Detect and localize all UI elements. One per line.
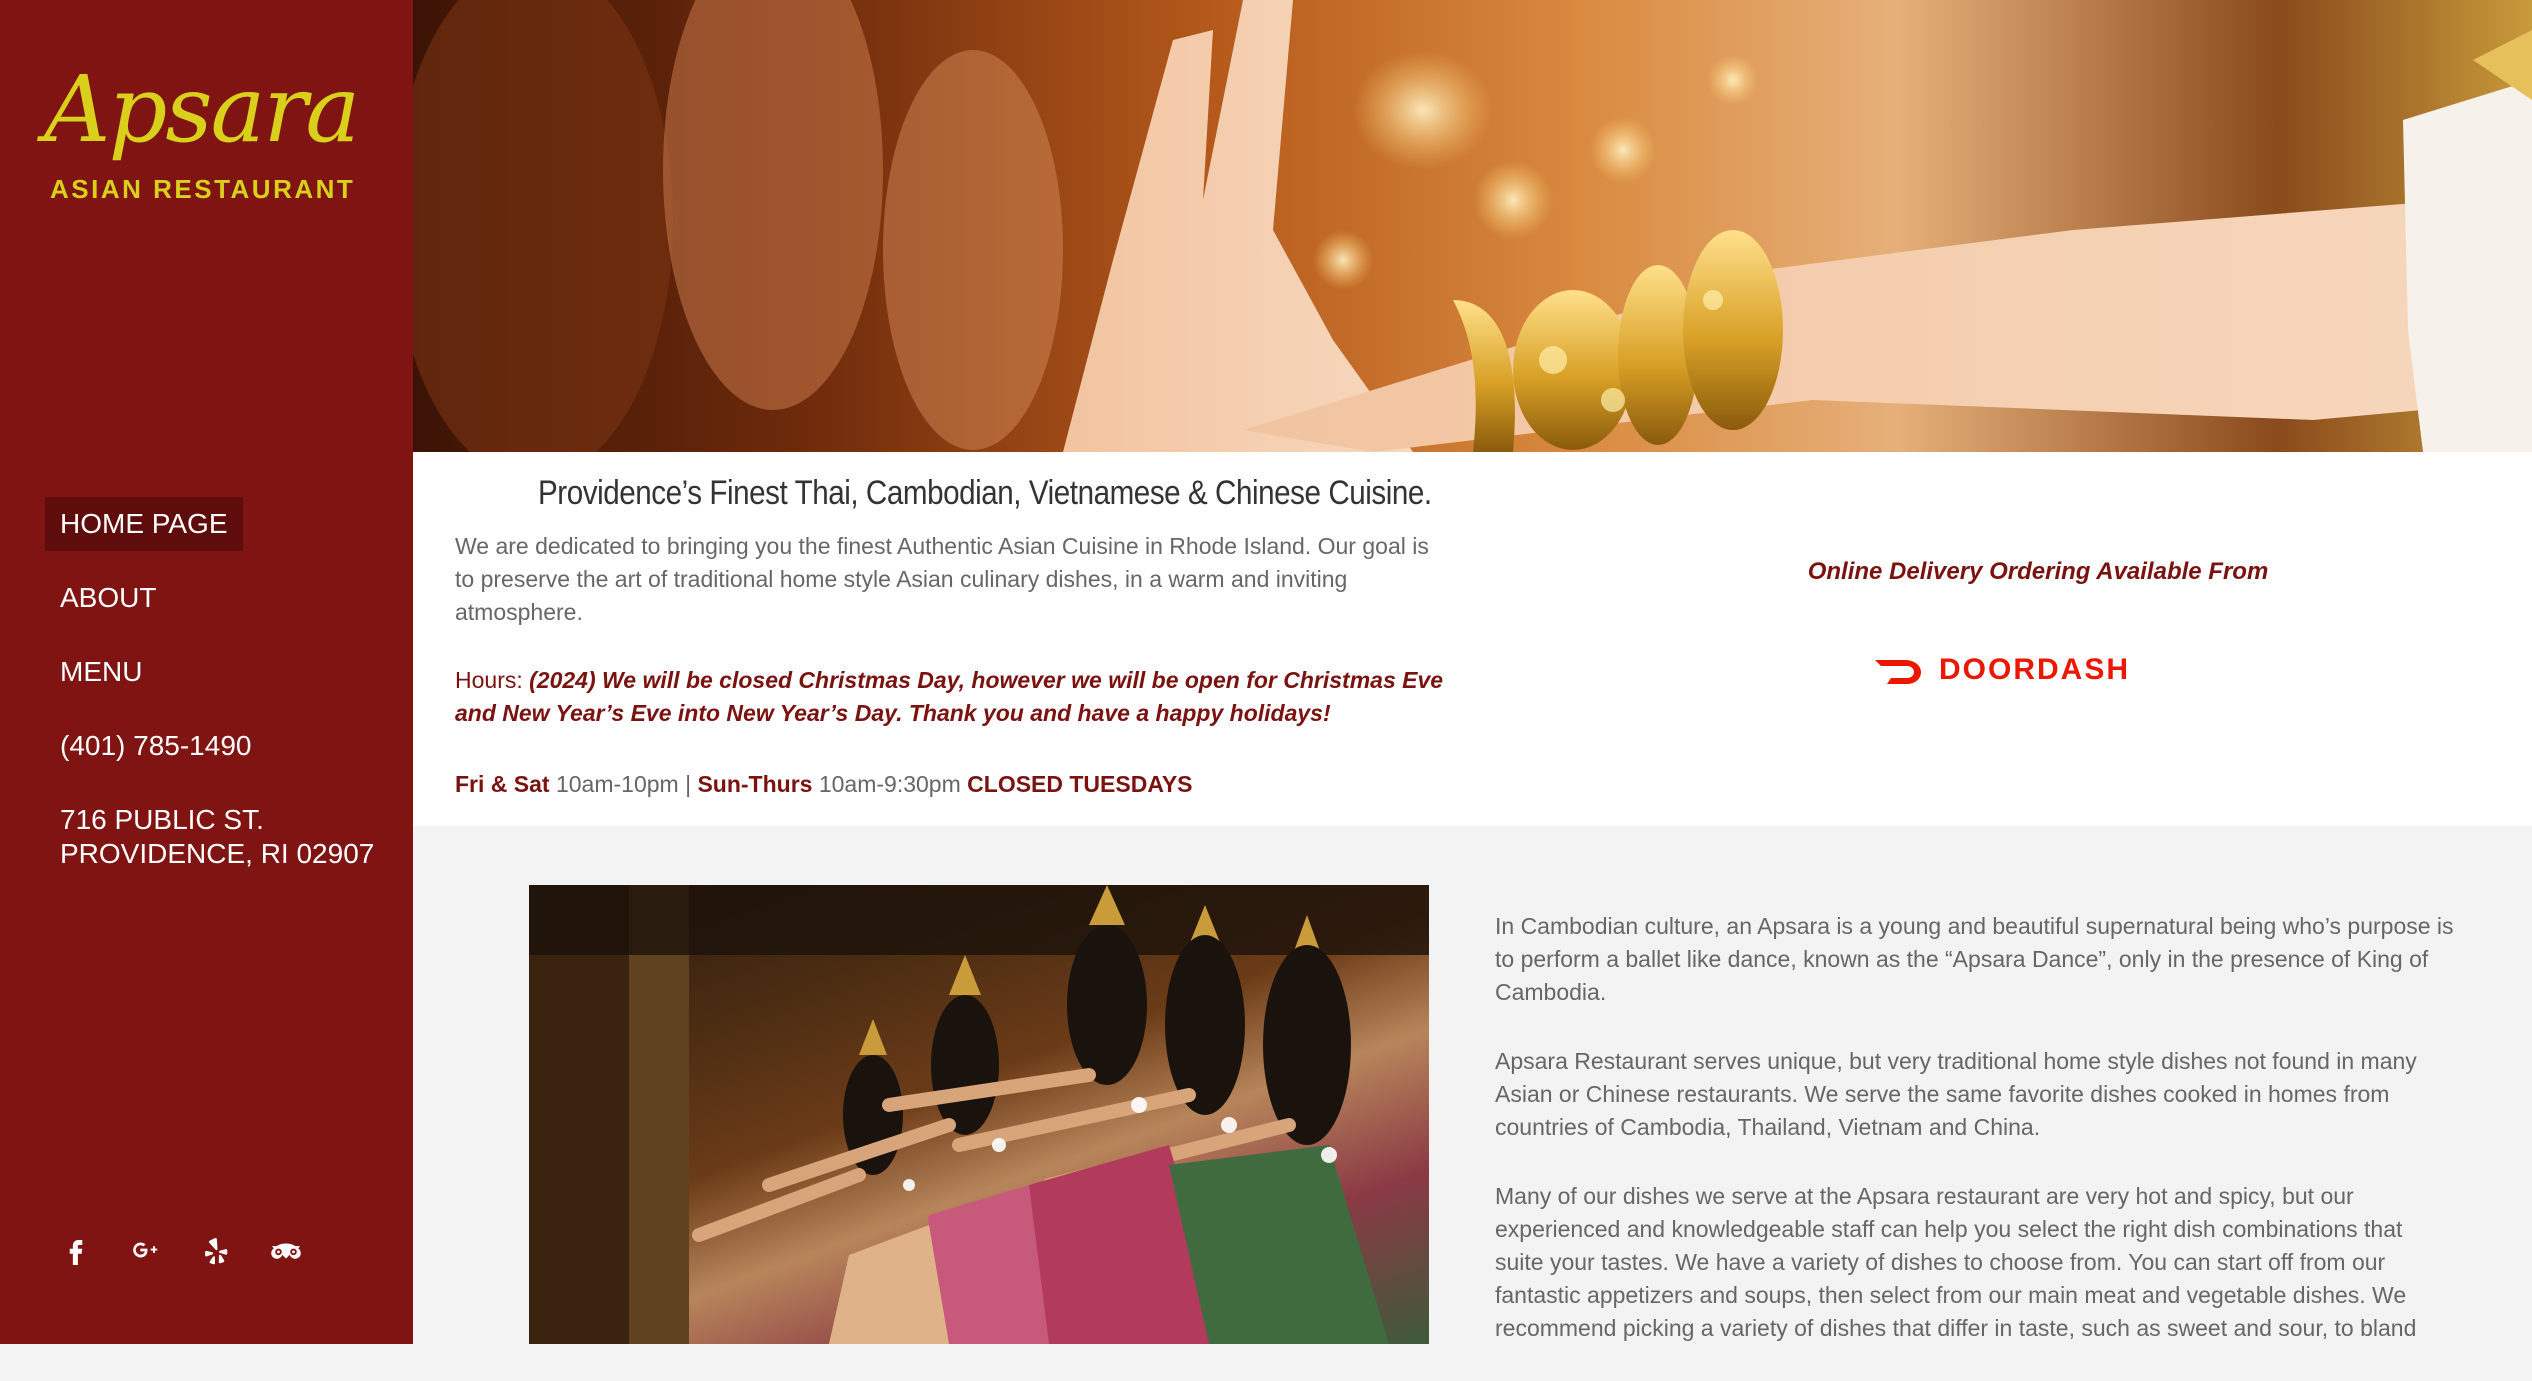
nav-phone[interactable]: (401) 785-1490 <box>45 719 389 773</box>
intro-text: We are dedicated to bringing you the fin… <box>455 533 1429 625</box>
weekend-label: Fri & Sat <box>455 771 550 797</box>
logo[interactable]: Apsara ASIAN RESTAURANT <box>44 50 360 210</box>
yelp-icon[interactable] <box>198 1232 234 1268</box>
tripadvisor-icon[interactable] <box>268 1232 304 1268</box>
hero-image <box>413 0 2532 452</box>
delivery-title: Online Delivery Ordering Available From <box>1807 558 2269 585</box>
schedule: Fri & Sat 10am-10pm | Sun-Thurs 10am-9:3… <box>455 768 1455 801</box>
info-section: Providence’s Finest Thai, Cambodian, Vie… <box>413 452 2532 826</box>
weekday-hours: 10am-9:30pm <box>818 771 961 797</box>
nav-menu[interactable]: MENU <box>45 645 389 699</box>
hero-dancer-hands <box>413 0 2532 452</box>
hours-label: Hours: <box>455 667 523 693</box>
about-paragraph-3: Many of our dishes we serve at the Apsar… <box>1495 1183 2417 1341</box>
logo-script: Apsara <box>44 56 360 163</box>
closed-day: CLOSED TUESDAYS <box>967 771 1193 797</box>
main-nav: HOME PAGE ABOUT MENU (401) 785-1490 716 … <box>45 497 389 901</box>
social-links <box>58 1232 304 1268</box>
weekend-hours: 10am-10pm | <box>555 771 692 797</box>
weekday-label: Sun-Thurs <box>697 771 813 797</box>
apsara-dancers-image <box>529 885 1429 1344</box>
sidebar: Apsara ASIAN RESTAURANT HOME PAGE ABOUT … <box>0 0 413 1344</box>
tagline-heading: Providence’s Finest Thai, Cambodian, Vie… <box>538 474 1432 512</box>
doordash-icon <box>1875 660 1921 684</box>
logo-subtitle: ASIAN RESTAURANT <box>50 174 356 204</box>
address-line2: PROVIDENCE, RI 02907 <box>60 838 375 869</box>
nav-address[interactable]: 716 PUBLIC ST. PROVIDENCE, RI 02907 <box>45 793 389 881</box>
facebook-icon[interactable] <box>58 1232 94 1268</box>
nav-home-page[interactable]: HOME PAGE <box>45 497 243 551</box>
doordash-link[interactable]: DOORDASH <box>1873 650 2130 690</box>
hours-notice: Hours: (2024) We will be closed Christma… <box>455 664 1445 730</box>
doordash-label: DOORDASH <box>1939 653 2131 686</box>
about-paragraph-1: In Cambodian culture, an Apsara is a you… <box>1495 913 2454 1005</box>
about-paragraph-2: Apsara Restaurant serves unique, but ver… <box>1495 1048 2417 1140</box>
google-plus-icon[interactable] <box>128 1232 164 1268</box>
address-line1: 716 PUBLIC ST. <box>60 804 264 835</box>
nav-about[interactable]: ABOUT <box>45 571 389 625</box>
holiday-note: (2024) We will be closed Christmas Day, … <box>455 667 1444 726</box>
about-text: In Cambodian culture, an Apsara is a you… <box>1495 910 2455 1381</box>
